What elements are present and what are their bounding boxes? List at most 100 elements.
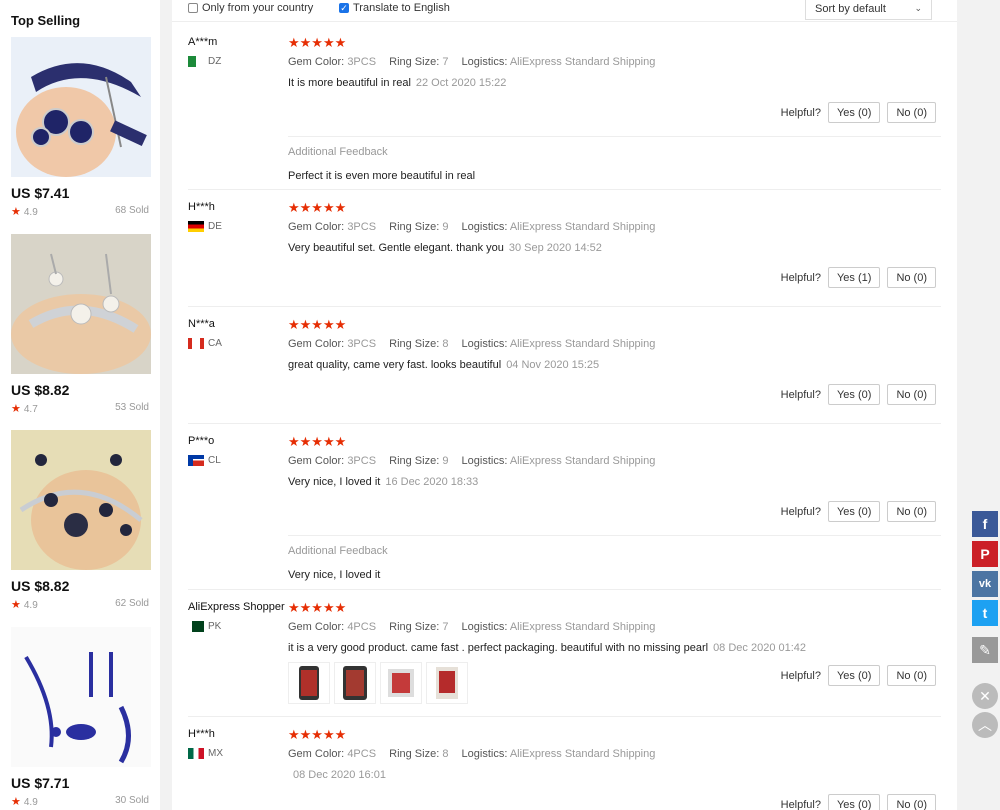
rating-stars: ★★★★★	[288, 35, 347, 50]
review-attributes: Gem Color: 4PCS Ring Size: 8 Logistics: …	[288, 748, 656, 760]
flag-dz-icon	[188, 56, 204, 67]
helpful-no-button[interactable]: No (0)	[887, 102, 936, 123]
review-item: H***h MX ★★★★★ Gem Color: 4PCS Ring Size…	[188, 728, 941, 810]
review-user: P***o	[188, 435, 215, 447]
star-icon: ★	[11, 402, 21, 415]
translate-checkbox[interactable]: ✓	[339, 3, 349, 13]
star-icon: ★	[11, 795, 21, 808]
review-country: MX	[188, 748, 223, 759]
product-image[interactable]	[11, 626, 151, 767]
review-country: CL	[188, 455, 221, 466]
review-user: N***a	[188, 318, 215, 330]
helpful-yes-button[interactable]: Yes (0)	[827, 102, 881, 123]
product-price: US $8.82	[11, 578, 70, 594]
review-photo[interactable]	[380, 662, 422, 704]
translate-filter[interactable]: ✓ Translate to English	[339, 2, 450, 14]
vk-share-icon[interactable]: vk	[972, 571, 998, 597]
only-country-filter[interactable]: Only from your country	[188, 2, 313, 14]
review-attributes: Gem Color: 3PCS Ring Size: 9 Logistics: …	[288, 455, 656, 467]
review-text: It is more beautiful in real 22 Oct 2020 …	[288, 77, 507, 89]
filters-bar: Only from your country ✓ Translate to En…	[172, 0, 957, 22]
flag-cl-icon	[188, 455, 204, 466]
review-country: DE	[188, 221, 222, 232]
edit-icon[interactable]: ✎	[972, 637, 998, 663]
flag-ca-icon	[188, 338, 204, 349]
review-photo[interactable]	[426, 662, 468, 704]
review-date: 08 Dec 2020 16:01	[293, 769, 386, 781]
chevron-down-icon: ⌄	[914, 3, 922, 13]
rating-stars: ★★★★★	[288, 434, 347, 449]
review-item: A***m DZ ★★★★★ Gem Color: 3PCS Ring Size…	[188, 36, 941, 190]
sidebar-title: Top Selling	[11, 13, 81, 28]
product-sold: 53 Sold	[115, 401, 149, 413]
flag-pk-icon	[188, 621, 204, 632]
product-card[interactable]: US $8.82 ★ 4.9 62 Sold	[0, 430, 160, 627]
helpful-yes-button[interactable]: Yes (1)	[827, 267, 881, 288]
star-icon: ★	[11, 599, 21, 611]
review-user: AliExpress Shopper	[188, 601, 285, 613]
rating-stars: ★★★★★	[288, 600, 347, 615]
helpful-no-button[interactable]: No (0)	[887, 501, 936, 522]
review-text: 08 Dec 2020 16:01	[288, 769, 941, 781]
review-user: A***m	[188, 36, 218, 48]
review-item: H***h DE ★★★★★ Gem Color: 3PCS Ring Size…	[188, 201, 941, 307]
product-sold: 68 Sold	[115, 205, 149, 216]
review-text: great quality, came very fast. looks bea…	[288, 359, 600, 371]
helpful-yes-button[interactable]: Yes (0)	[827, 501, 881, 522]
product-card[interactable]: US $7.41 ★ 4.9 68 Sold	[0, 37, 160, 234]
product-image[interactable]	[11, 430, 151, 570]
helpful-vote: Helpful? Yes (0) No (0)	[781, 501, 936, 522]
flag-mx-icon	[188, 748, 204, 759]
top-selling-sidebar: Top Selling US $7.41 ★ 4.9 68 Sold US $8…	[0, 0, 160, 810]
product-rating: ★ 4.9	[11, 206, 38, 218]
review-text: it is a very good product. came fast . p…	[288, 642, 807, 654]
pinterest-share-icon[interactable]: P	[972, 541, 998, 567]
product-rating: ★ 4.7	[11, 402, 38, 415]
helpful-vote: Helpful? Yes (1) No (0)	[781, 267, 936, 288]
helpful-no-button[interactable]: No (0)	[887, 384, 936, 405]
review-photo[interactable]	[334, 662, 376, 704]
product-sold: 62 Sold	[115, 598, 149, 609]
additional-feedback-text: Very nice, I loved it	[288, 569, 381, 581]
helpful-no-button[interactable]: No (0)	[887, 267, 936, 288]
flag-de-icon	[188, 221, 204, 232]
helpful-no-button[interactable]: No (0)	[887, 794, 936, 810]
review-text: Very beautiful set. Gentle elegant. than…	[288, 242, 602, 254]
review-date: 08 Dec 2020 01:42	[713, 642, 807, 654]
review-date: 16 Dec 2020 18:33	[385, 476, 479, 488]
helpful-yes-button[interactable]: Yes (0)	[827, 794, 881, 810]
back-to-top-icon[interactable]: ︿	[972, 712, 998, 738]
review-photo[interactable]	[288, 662, 330, 704]
facebook-share-icon[interactable]: f	[972, 511, 998, 537]
product-image[interactable]	[11, 37, 151, 177]
helpful-vote: Helpful? Yes (0) No (0)	[781, 102, 936, 123]
only-country-label: Only from your country	[202, 2, 314, 14]
review-user: H***h	[188, 201, 215, 213]
product-card[interactable]: US $7.71 ★ 4.9 30 Sold	[0, 626, 160, 810]
additional-feedback-text: Perfect it is even more beautiful in rea…	[288, 170, 476, 182]
helpful-vote: Helpful? Yes (0) No (0)	[781, 384, 936, 405]
only-country-checkbox[interactable]	[188, 3, 198, 13]
star-icon: ★	[11, 206, 21, 218]
product-image[interactable]	[11, 233, 151, 374]
twitter-share-icon[interactable]: t	[972, 600, 998, 626]
review-attributes: Gem Color: 3PCS Ring Size: 8 Logistics: …	[288, 338, 656, 350]
additional-feedback: Additional Feedback Very nice, I loved i…	[288, 535, 941, 590]
review-attributes: Gem Color: 3PCS Ring Size: 7 Logistics: …	[288, 56, 656, 68]
close-icon[interactable]: ✕	[972, 683, 998, 709]
sort-select[interactable]: Sort by default ⌄	[805, 0, 932, 20]
review-user: H***h	[188, 728, 215, 740]
rating-stars: ★★★★★	[288, 200, 347, 215]
product-card[interactable]: US $8.82 ★ 4.7 53 Sold	[0, 233, 160, 431]
product-sold: 30 Sold	[115, 794, 149, 806]
helpful-vote: Helpful? Yes (0) No (0)	[781, 794, 936, 810]
translate-label: Translate to English	[353, 2, 450, 14]
helpful-yes-button[interactable]: Yes (0)	[827, 665, 881, 686]
review-country: CA	[188, 338, 222, 349]
additional-feedback: Additional Feedback Perfect it is even m…	[288, 136, 941, 190]
helpful-vote: Helpful? Yes (0) No (0)	[781, 665, 936, 686]
helpful-yes-button[interactable]: Yes (0)	[827, 384, 881, 405]
helpful-no-button[interactable]: No (0)	[887, 665, 936, 686]
product-price: US $7.41	[11, 185, 70, 201]
rating-stars: ★★★★★	[288, 727, 347, 742]
